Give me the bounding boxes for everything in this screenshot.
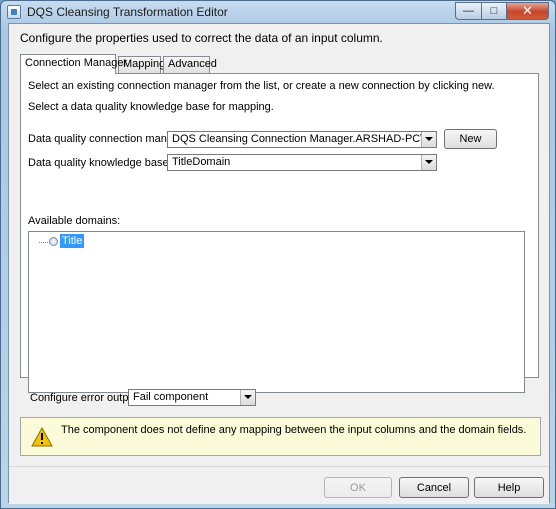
- minimize-button[interactable]: —: [455, 2, 481, 20]
- window-title: DQS Cleansing Transformation Editor: [27, 5, 228, 19]
- warning-icon: [31, 427, 53, 447]
- error-output-dropdown[interactable]: Fail component: [128, 389, 256, 406]
- close-button[interactable]: ✕: [506, 2, 549, 20]
- new-connection-button[interactable]: New: [444, 129, 497, 149]
- chevron-down-icon[interactable]: [421, 155, 436, 170]
- tab-advanced[interactable]: Advanced: [163, 56, 217, 73]
- error-output-label: Configure error output:: [30, 392, 141, 404]
- dialog-client-area: Configure the properties used to correct…: [8, 23, 550, 504]
- available-domains-label: Available domains:: [28, 215, 121, 227]
- chevron-down-icon[interactable]: [421, 132, 436, 147]
- knowledge-base-label: Data quality knowledge base:: [28, 157, 172, 169]
- knowledge-base-value: TitleDomain: [172, 156, 231, 168]
- warning-text: The component does not define any mappin…: [61, 424, 527, 436]
- warning-message-panel: The component does not define any mappin…: [20, 417, 541, 456]
- domain-node-icon: [49, 237, 58, 246]
- instruction-text-knowledge-base: Select a data quality knowledge base for…: [28, 101, 274, 113]
- error-output-value: Fail component: [133, 391, 209, 403]
- knowledge-base-dropdown[interactable]: TitleDomain: [167, 154, 437, 171]
- ok-button[interactable]: OK: [324, 477, 392, 498]
- connection-manager-panel: Select an existing connection manager fr…: [20, 73, 539, 393]
- tab-connection-manager[interactable]: Connection Manager: [20, 54, 127, 74]
- dialog-description: Configure the properties used to correct…: [20, 31, 383, 45]
- instruction-text-connection: Select an existing connection manager fr…: [28, 80, 495, 92]
- app-icon: [7, 5, 21, 19]
- domain-item-title[interactable]: Title: [60, 234, 85, 248]
- maximize-button[interactable]: □: [481, 2, 506, 20]
- available-domains-tree[interactable]: Title: [28, 231, 525, 393]
- title-bar[interactable]: DQS Cleansing Transformation Editor — □ …: [1, 1, 555, 23]
- dq-connection-manager-dropdown[interactable]: DQS Cleansing Connection Manager.ARSHAD-…: [167, 131, 437, 148]
- dialog-footer: OK Cancel Help: [9, 467, 549, 504]
- cancel-button[interactable]: Cancel: [399, 477, 469, 498]
- help-button[interactable]: Help: [474, 477, 544, 498]
- chevron-down-icon[interactable]: [240, 390, 255, 405]
- dq-connection-value: DQS Cleansing Connection Manager.ARSHAD-…: [172, 133, 436, 145]
- dialog-window: DQS Cleansing Transformation Editor — □ …: [0, 0, 556, 509]
- caption-buttons: — □ ✕: [455, 2, 549, 20]
